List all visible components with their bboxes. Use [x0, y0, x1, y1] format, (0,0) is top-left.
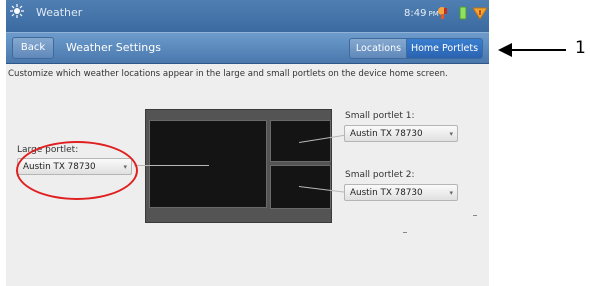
- divider: [473, 215, 477, 216]
- chevron-down-icon: ▾: [449, 189, 453, 197]
- device-screen: Weather 8:49 PM Back Weather Settings Loc…: [6, 0, 489, 286]
- alert-icon: [473, 7, 487, 20]
- large-portlet-slot: [149, 120, 267, 208]
- callout-arrow-line: [506, 49, 566, 51]
- large-portlet-connector: [134, 165, 209, 166]
- small-portlet-2-select[interactable]: Austin TX 78730 ▾: [344, 184, 458, 201]
- signal-icon: [459, 6, 467, 20]
- small-portlet-2-value: Austin TX 78730: [350, 188, 423, 198]
- highlight-ellipse: [16, 141, 138, 200]
- small-portlet-1-value: Austin TX 78730: [350, 129, 423, 139]
- clock-time: 8:49: [404, 8, 427, 19]
- divider: [403, 232, 407, 233]
- battery-warning-icon: [438, 7, 447, 19]
- small-portlet-1-select[interactable]: Austin TX 78730 ▾: [344, 125, 458, 142]
- small-portlet-2-label: Small portlet 2:: [345, 170, 415, 180]
- callout-number: 1: [575, 38, 586, 58]
- app-name: Weather: [36, 6, 83, 19]
- status-bar: Weather 8:49 PM: [6, 0, 489, 32]
- instructions-text: Customize which weather locations appear…: [8, 69, 448, 79]
- tab-home-portlets[interactable]: Home Portlets: [406, 38, 483, 59]
- tab-locations[interactable]: Locations: [349, 38, 408, 59]
- screen-title: Weather Settings: [66, 41, 161, 54]
- portlet-layout-preview: [145, 109, 332, 223]
- clock: 8:49 PM: [404, 8, 439, 19]
- weather-app-icon: [10, 4, 24, 18]
- back-button[interactable]: Back: [12, 37, 54, 59]
- small-portlet-1-label: Small portlet 1:: [345, 111, 415, 121]
- chevron-down-icon: ▾: [449, 130, 453, 138]
- title-bar: Back Weather Settings Locations Home Por…: [6, 32, 489, 64]
